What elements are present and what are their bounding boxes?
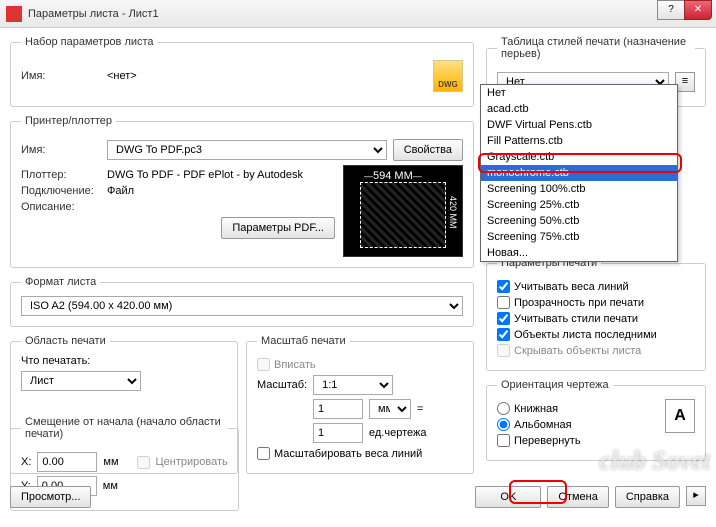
scale-lw-label: Масштабировать веса линий <box>274 448 422 460</box>
lw-checkbox[interactable] <box>497 280 510 293</box>
titlebar: Параметры листа - Лист1 ? ✕ <box>0 0 716 28</box>
styles-checkbox[interactable] <box>497 312 510 325</box>
pdf-options-button[interactable]: Параметры PDF... <box>221 217 335 239</box>
area-legend: Область печати <box>21 335 110 347</box>
equals-label: = <box>417 403 423 415</box>
close-button[interactable]: ✕ <box>684 0 712 20</box>
paper-preview: —594 MM— 420 MM <box>343 165 463 257</box>
paper-legend: Формат листа <box>21 276 100 288</box>
x-input[interactable] <box>37 452 97 472</box>
transp-checkbox[interactable] <box>497 296 510 309</box>
dropdown-item[interactable]: Grayscale.ctb <box>481 149 677 165</box>
scale-unit-select[interactable]: мм <box>369 399 411 419</box>
printer-properties-button[interactable]: Свойства <box>393 139 463 161</box>
print-options-group: Параметры печати Учитывать веса линий Пр… <box>486 257 706 371</box>
conn-value: Файл <box>107 185 134 197</box>
dropdown-item-selected[interactable]: monochrome.ctb <box>481 165 677 181</box>
printer-select[interactable]: DWG To PDF.pc3 <box>107 140 387 160</box>
dropdown-item[interactable]: Screening 50%.ctb <box>481 213 677 229</box>
fit-checkbox <box>257 358 270 371</box>
paper-size-select[interactable]: ISO A2 (594.00 x 420.00 мм) <box>21 296 463 316</box>
paperspace-checkbox[interactable] <box>497 328 510 341</box>
help-button[interactable]: Справка <box>615 486 680 508</box>
orientation-icon: A <box>665 399 695 433</box>
app-icon <box>6 6 22 22</box>
preview-height: 420 MM <box>448 196 458 229</box>
scale-select[interactable]: 1:1 <box>313 375 393 395</box>
fit-label: Вписать <box>274 359 316 371</box>
help-button[interactable]: ? <box>657 0 685 20</box>
dropdown-item[interactable]: Screening 25%.ctb <box>481 197 677 213</box>
dropdown-item[interactable]: Screening 100%.ctb <box>481 181 677 197</box>
dropdown-item[interactable]: acad.ctb <box>481 101 677 117</box>
page-set-group: Набор параметров листа Имя: <нет> DWG <box>10 36 474 107</box>
dwg-icon: DWG <box>433 60 463 92</box>
page-set-name-label: Имя: <box>21 70 101 82</box>
scale-denom-input[interactable] <box>313 423 363 443</box>
dropdown-item[interactable]: DWF Virtual Pens.ctb <box>481 117 677 133</box>
printer-name-label: Имя: <box>21 144 101 156</box>
dropdown-item[interactable]: Новая... <box>481 245 677 261</box>
dropdown-item[interactable]: Screening 75%.ctb <box>481 229 677 245</box>
page-set-name-value: <нет> <box>107 70 137 82</box>
center-checkbox <box>137 456 150 469</box>
center-label: Центрировать <box>156 456 228 468</box>
what-print-label: Что печатать: <box>21 355 227 367</box>
scale-lw-checkbox[interactable] <box>257 447 270 460</box>
styles-legend: Таблица стилей печати (назначение перьев… <box>497 36 695 60</box>
scale-legend: Масштаб печати <box>257 335 350 347</box>
orient-legend: Ориентация чертежа <box>497 379 613 391</box>
printer-legend: Принтер/плоттер <box>21 115 116 127</box>
hide-checkbox <box>497 344 510 357</box>
plotter-label: Плоттер: <box>21 169 101 181</box>
window-title: Параметры листа - Лист1 <box>28 8 159 20</box>
ok-button[interactable]: OK <box>475 486 541 508</box>
scale-label: Масштаб: <box>257 379 307 391</box>
edit-style-button[interactable]: ≡ <box>675 72 695 92</box>
orientation-group: Ориентация чертежа Книжная Альбомная Пер… <box>486 379 706 461</box>
x-label: X: <box>21 456 31 468</box>
page-set-legend: Набор параметров листа <box>21 36 158 48</box>
what-print-select[interactable]: Лист <box>21 371 141 391</box>
plot-style-dropdown[interactable]: Нет acad.ctb DWF Virtual Pens.ctb Fill P… <box>480 84 678 262</box>
cancel-button[interactable]: Отмена <box>547 486 608 508</box>
upside-checkbox[interactable] <box>497 434 510 447</box>
x-unit: мм <box>103 456 118 468</box>
expand-button[interactable]: ▸ <box>686 486 706 506</box>
dropdown-item[interactable]: Fill Patterns.ctb <box>481 133 677 149</box>
preview-width: —594 MM— <box>364 170 422 182</box>
landscape-radio[interactable] <box>497 418 510 431</box>
dropdown-item[interactable]: Нет <box>481 85 677 101</box>
portrait-radio[interactable] <box>497 402 510 415</box>
printer-group: Принтер/плоттер Имя: DWG To PDF.pc3 Свой… <box>10 115 474 268</box>
desc-label: Описание: <box>21 201 101 213</box>
denom-unit-label: ед.чертежа <box>369 427 426 439</box>
plotter-value: DWG To PDF - PDF ePlot - by Autodesk <box>107 169 303 181</box>
preview-button[interactable]: Просмотр... <box>10 486 91 508</box>
paper-group: Формат листа ISO A2 (594.00 x 420.00 мм) <box>10 276 474 327</box>
scale-num-input[interactable] <box>313 399 363 419</box>
plot-scale-group: Масштаб печати Вписать Масштаб:1:1 мм = … <box>246 335 474 474</box>
conn-label: Подключение: <box>21 185 101 197</box>
